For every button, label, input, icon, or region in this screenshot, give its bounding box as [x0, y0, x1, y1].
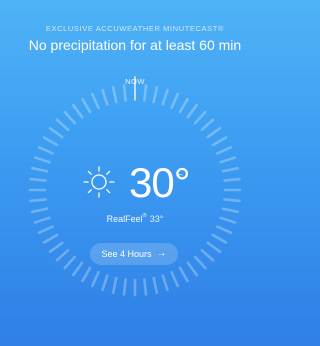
dial-tick [122, 84, 127, 102]
dial-tick [211, 233, 228, 244]
dial-tick [221, 207, 240, 214]
dial-tick [170, 270, 180, 288]
dial-tick [178, 266, 189, 283]
dial-tick [215, 145, 233, 155]
see-4-hours-button[interactable]: See 4 Hours → [90, 243, 178, 265]
see-4-hours-label: See 4 Hours [101, 249, 152, 259]
dial-tick [42, 233, 59, 244]
dial-tick [206, 126, 222, 139]
dial-tick [63, 110, 77, 125]
dial-tick [200, 248, 215, 262]
dial-tick [221, 166, 240, 173]
realfeel-label: RealFeel [106, 214, 143, 224]
dial-tick [200, 118, 215, 132]
dial-tick [42, 136, 59, 147]
dial-tick [81, 266, 92, 283]
dial-tick [193, 255, 207, 270]
dial-tick [71, 261, 84, 277]
dial-tick [48, 241, 64, 254]
dial-tick [143, 278, 148, 296]
dial-tick [37, 145, 55, 155]
arrow-right-icon: → [156, 248, 167, 259]
dial-tick [193, 110, 207, 125]
dial-tick [90, 270, 100, 288]
dial-tick [211, 136, 228, 147]
temperature-value: 30° [129, 159, 191, 206]
dial-tick [219, 156, 237, 164]
dial-tick [71, 103, 84, 119]
dial-tick [101, 274, 109, 292]
sun-icon [83, 166, 115, 198]
realfeel-trademark: ® [142, 213, 147, 219]
dial-tick [29, 198, 47, 203]
dial-tick [55, 118, 70, 132]
dial-tick [30, 207, 49, 214]
dial-tick [29, 177, 47, 182]
dial-tick [186, 103, 199, 119]
dial-tick [178, 97, 189, 114]
dial-tick [152, 276, 159, 295]
dial-tick [37, 225, 55, 235]
dial-tick [122, 278, 127, 296]
dial-tick [48, 126, 64, 139]
dial-tick [90, 92, 100, 110]
dial-tick [33, 156, 51, 164]
realfeel-value: 33° [149, 214, 164, 224]
dial-tick [101, 88, 109, 106]
dial-tick [81, 97, 92, 114]
dial-tick [215, 225, 233, 235]
dial-tick [152, 85, 159, 104]
dial-tick [186, 261, 199, 277]
dial-tick [161, 88, 169, 106]
current-temperature: 30° C [75, 161, 195, 207]
dial-tick [161, 274, 169, 292]
dial-tick [206, 241, 222, 254]
dial-tick [143, 84, 148, 102]
realfeel: RealFeel® 33° [0, 213, 270, 224]
dial-tick [223, 198, 241, 203]
dial-tick [55, 248, 70, 262]
dial-tick [111, 85, 118, 104]
dial-tick [30, 166, 49, 173]
temperature-unit: C [178, 174, 184, 181]
dial-tick [111, 276, 118, 295]
dial-tick [170, 92, 180, 110]
dial-tick [63, 255, 77, 270]
dial-tick [223, 177, 241, 182]
